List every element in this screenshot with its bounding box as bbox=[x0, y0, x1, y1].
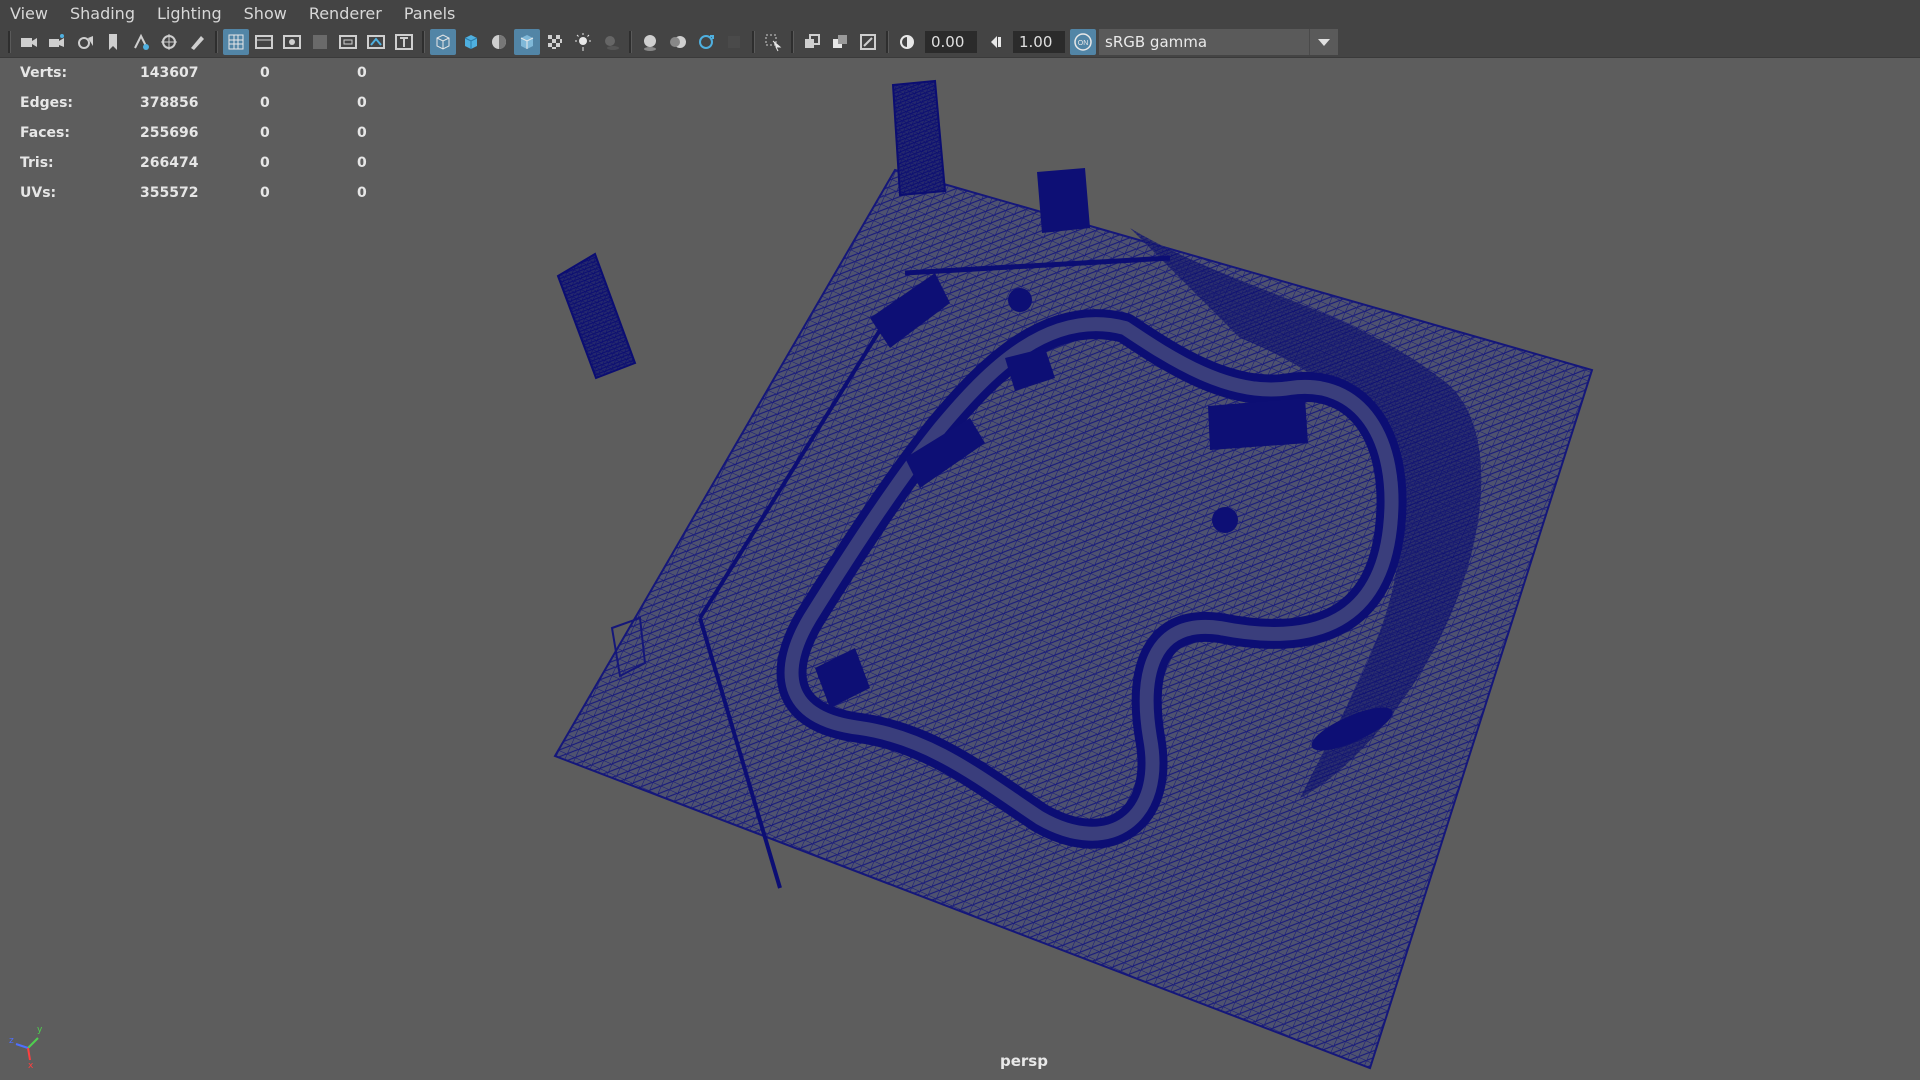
bookmarks-icon[interactable] bbox=[72, 29, 98, 55]
hud-value: 0 bbox=[357, 65, 367, 81]
hud-row-uvs: UVs: 355572 0 0 bbox=[20, 178, 397, 208]
hud-label: Edges: bbox=[20, 95, 74, 111]
use-default-material-icon[interactable] bbox=[486, 29, 512, 55]
image-plane-icon[interactable] bbox=[100, 29, 126, 55]
viewport-canvas[interactable] bbox=[0, 58, 1920, 1080]
hud-value: 0 bbox=[357, 95, 367, 111]
hud-value: 255696 bbox=[140, 125, 199, 141]
camera-attributes-icon[interactable] bbox=[44, 29, 70, 55]
xray-active-components-icon[interactable] bbox=[827, 29, 853, 55]
container-prop[interactable] bbox=[556, 252, 637, 380]
toolbar-separator bbox=[422, 30, 425, 53]
hud-value: 0 bbox=[357, 155, 367, 171]
hud-value: 0 bbox=[357, 185, 367, 201]
hud-value: 0 bbox=[260, 155, 270, 171]
pencil-icon[interactable] bbox=[184, 29, 210, 55]
hud-value: 0 bbox=[260, 95, 270, 111]
view-axis-gizmo-icon: y z x bbox=[9, 1025, 43, 1068]
hud-value: 0 bbox=[260, 65, 270, 81]
hud-label: UVs: bbox=[20, 185, 57, 201]
gamma-icon[interactable] bbox=[982, 29, 1008, 55]
panel-toolbar: 0.00 1.00 ON sRGB gamma bbox=[0, 26, 1920, 58]
motion-blur-icon[interactable] bbox=[665, 29, 691, 55]
toolbar-separator bbox=[8, 30, 11, 53]
exposure-field[interactable]: 0.00 bbox=[925, 30, 977, 53]
menu-show[interactable]: Show bbox=[234, 4, 299, 23]
camera-name-label: persp bbox=[1000, 1052, 1048, 1070]
menu-renderer[interactable]: Renderer bbox=[299, 4, 394, 23]
select-camera-icon[interactable] bbox=[16, 29, 42, 55]
shadows-icon[interactable] bbox=[598, 29, 624, 55]
toolbar-separator bbox=[752, 30, 755, 53]
xray-icon[interactable] bbox=[799, 29, 825, 55]
colorspace-dropdown[interactable]: sRGB gamma bbox=[1099, 28, 1309, 55]
safe-title-icon[interactable] bbox=[391, 29, 417, 55]
hud-label: Verts: bbox=[20, 65, 68, 81]
wireframe-icon[interactable] bbox=[430, 28, 456, 55]
hud-value: 143607 bbox=[140, 65, 199, 81]
hud-value: 0 bbox=[260, 185, 270, 201]
toolbar-separator bbox=[215, 30, 218, 53]
depth-of-field-icon[interactable] bbox=[721, 29, 747, 55]
tower-prop[interactable] bbox=[891, 79, 947, 197]
hud-label: Faces: bbox=[20, 125, 70, 141]
hud-row-faces: Faces: 255696 0 0 bbox=[20, 118, 397, 148]
smooth-shade-icon[interactable] bbox=[458, 29, 484, 55]
field-chart-icon[interactable] bbox=[335, 29, 361, 55]
grease-pencil-icon[interactable] bbox=[156, 29, 182, 55]
hud-label: Tris: bbox=[20, 155, 54, 171]
hud-value: 0 bbox=[357, 125, 367, 141]
building-prop[interactable] bbox=[1208, 398, 1308, 450]
use-all-lights-icon[interactable] bbox=[570, 29, 596, 55]
wireframe-on-shaded-icon[interactable] bbox=[514, 28, 540, 55]
axis-x-label: x bbox=[28, 1061, 34, 1068]
safe-action-icon[interactable] bbox=[363, 29, 389, 55]
toolbar-separator bbox=[791, 30, 794, 53]
axis-y-label: y bbox=[37, 1025, 43, 1035]
ball-prop[interactable] bbox=[1212, 507, 1238, 533]
gamma-field[interactable]: 1.00 bbox=[1013, 30, 1065, 53]
chevron-down-icon[interactable] bbox=[1309, 28, 1338, 55]
isolate-select-icon[interactable] bbox=[760, 29, 786, 55]
resolution-gate-icon[interactable] bbox=[279, 29, 305, 55]
color-management-icon[interactable]: ON bbox=[1070, 28, 1096, 55]
two-d-pan-zoom-icon[interactable] bbox=[128, 29, 154, 55]
menu-shading[interactable]: Shading bbox=[60, 4, 147, 23]
poly-count-hud: Verts: 143607 0 0 Edges: 378856 0 0 Face… bbox=[20, 58, 397, 208]
hud-value: 378856 bbox=[140, 95, 199, 111]
panel-menubar: View Shading Lighting Show Renderer Pane… bbox=[0, 0, 1920, 26]
grid-icon[interactable] bbox=[223, 28, 249, 55]
screen-space-ao-icon[interactable] bbox=[637, 29, 663, 55]
multisample-aa-icon[interactable] bbox=[693, 29, 719, 55]
svg-text:ON: ON bbox=[1078, 40, 1089, 47]
axis-z-label: z bbox=[9, 1036, 14, 1046]
hud-row-tris: Tris: 266474 0 0 bbox=[20, 148, 397, 178]
menu-view[interactable]: View bbox=[0, 4, 60, 23]
ball-prop[interactable] bbox=[1008, 288, 1032, 312]
toolbar-separator bbox=[629, 30, 632, 53]
hud-value: 266474 bbox=[140, 155, 199, 171]
gate-mask-icon[interactable] bbox=[307, 29, 333, 55]
menu-panels[interactable]: Panels bbox=[394, 4, 468, 23]
hud-value: 0 bbox=[260, 125, 270, 141]
crate-prop[interactable] bbox=[1037, 168, 1090, 233]
toolbar-separator bbox=[886, 30, 889, 53]
hud-row-verts: Verts: 143607 0 0 bbox=[20, 58, 397, 88]
hud-row-edges: Edges: 378856 0 0 bbox=[20, 88, 397, 118]
xray-joints-icon[interactable] bbox=[855, 29, 881, 55]
menu-lighting[interactable]: Lighting bbox=[147, 4, 234, 23]
film-gate-icon[interactable] bbox=[251, 29, 277, 55]
hud-value: 355572 bbox=[140, 185, 199, 201]
textured-icon[interactable] bbox=[542, 29, 568, 55]
exposure-icon[interactable] bbox=[894, 29, 920, 55]
